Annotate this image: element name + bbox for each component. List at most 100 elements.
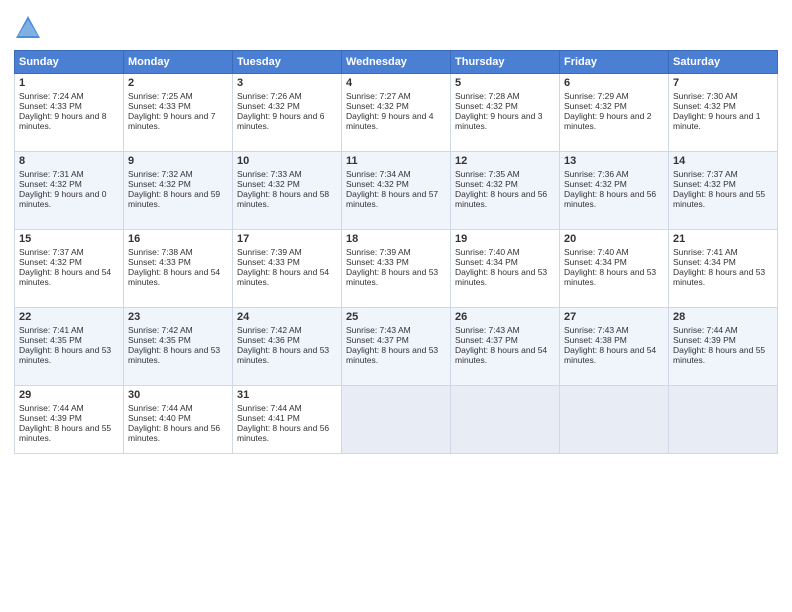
day-header-wednesday: Wednesday	[342, 51, 451, 74]
sunrise: Sunrise: 7:28 AM	[455, 91, 520, 101]
sunrise: Sunrise: 7:39 AM	[346, 247, 411, 257]
daylight: Daylight: 8 hours and 53 minutes.	[346, 267, 438, 287]
day-header-saturday: Saturday	[669, 51, 778, 74]
daylight: Daylight: 8 hours and 55 minutes.	[673, 345, 765, 365]
sunrise: Sunrise: 7:43 AM	[564, 325, 629, 335]
calendar-cell: 31Sunrise: 7:44 AMSunset: 4:41 PMDayligh…	[233, 386, 342, 454]
sunrise: Sunrise: 7:34 AM	[346, 169, 411, 179]
sunset: Sunset: 4:32 PM	[455, 179, 518, 189]
calendar-cell: 6Sunrise: 7:29 AMSunset: 4:32 PMDaylight…	[560, 74, 669, 152]
sunrise: Sunrise: 7:42 AM	[237, 325, 302, 335]
sunset: Sunset: 4:33 PM	[19, 101, 82, 111]
sunrise: Sunrise: 7:25 AM	[128, 91, 193, 101]
calendar-cell: 5Sunrise: 7:28 AMSunset: 4:32 PMDaylight…	[451, 74, 560, 152]
day-number: 27	[564, 311, 664, 323]
sunrise: Sunrise: 7:41 AM	[19, 325, 84, 335]
sunset: Sunset: 4:32 PM	[564, 101, 627, 111]
daylight: Daylight: 8 hours and 54 minutes.	[564, 345, 656, 365]
sunrise: Sunrise: 7:35 AM	[455, 169, 520, 179]
sunrise: Sunrise: 7:37 AM	[673, 169, 738, 179]
daylight: Daylight: 8 hours and 56 minutes.	[237, 423, 329, 443]
daylight: Daylight: 9 hours and 6 minutes.	[237, 111, 324, 131]
daylight: Daylight: 8 hours and 54 minutes.	[128, 267, 220, 287]
daylight: Daylight: 8 hours and 53 minutes.	[455, 267, 547, 287]
header-row: SundayMondayTuesdayWednesdayThursdayFrid…	[15, 51, 778, 74]
daylight: Daylight: 8 hours and 54 minutes.	[237, 267, 329, 287]
sunrise: Sunrise: 7:33 AM	[237, 169, 302, 179]
calendar-cell: 27 Sunrise: 7:43 AMSunset: 4:38 PMDayligh…	[560, 308, 669, 386]
week-row-3: 15 Sunrise: 7:37 AMSunset: 4:32 PM Dayligh…	[15, 230, 778, 308]
day-number: 31	[237, 389, 337, 401]
week-row-1: 1Sunrise: 7:24 AMSunset: 4:33 PMDaylight…	[15, 74, 778, 152]
sunrise: Sunrise: 7:41 AM	[673, 247, 738, 257]
calendar-cell: 7Sunrise: 7:30 AMSunset: 4:32 PMDaylight…	[669, 74, 778, 152]
sunset: Sunset: 4:32 PM	[128, 179, 191, 189]
calendar-cell: 10 Sunrise: 7:33 AMSunset: 4:32 PMDayligh…	[233, 152, 342, 230]
calendar-cell: 19Sunrise: 7:40 AMSunset: 4:34 PMDayligh…	[451, 230, 560, 308]
calendar-cell: 29 Sunrise: 7:44 AMSunset: 4:39 PMDayligh…	[15, 386, 124, 454]
daylight: Daylight: 8 hours and 57 minutes.	[346, 189, 438, 209]
sunset: Sunset: 4:38 PM	[564, 335, 627, 345]
logo	[14, 14, 46, 42]
daylight: Daylight: 8 hours and 56 minutes.	[128, 423, 220, 443]
week-row-4: 22Sunrise: 7:41 AMSunset: 4:35 PMDayligh…	[15, 308, 778, 386]
calendar-cell	[451, 386, 560, 454]
day-number: 16	[128, 233, 228, 245]
calendar-cell	[560, 386, 669, 454]
sunrise: Sunrise: 7:37 AM	[19, 247, 84, 257]
day-number: 17	[237, 233, 337, 245]
sunset: Sunset: 4:32 PM	[237, 179, 300, 189]
calendar-cell: 15Sunrise: 7:37 AMSunset: 4:32 PMDayligh…	[15, 230, 124, 308]
daylight: Daylight: 9 hours and 7 minutes.	[128, 111, 215, 131]
daylight: Daylight: 9 hours and 4 minutes.	[346, 111, 433, 131]
sunrise: Sunrise: 7:43 AM	[346, 325, 411, 335]
sunrise: Sunrise: 7:44 AM	[19, 403, 84, 413]
day-number: 11	[346, 155, 446, 167]
sunset: Sunset: 4:32 PM	[19, 257, 82, 267]
daylight: Daylight: 9 hours and 2 minutes.	[564, 111, 651, 131]
sunset: Sunset: 4:34 PM	[673, 257, 736, 267]
day-number: 10	[237, 155, 337, 167]
day-number: 6	[564, 77, 664, 89]
header	[14, 10, 778, 42]
day-number: 7	[673, 77, 773, 89]
sunset: Sunset: 4:32 PM	[346, 179, 409, 189]
calendar-cell: 26Sunrise: 7:43 AMSunset: 4:37 PMDayligh…	[451, 308, 560, 386]
day-header-thursday: Thursday	[451, 51, 560, 74]
sunrise: Sunrise: 7:44 AM	[128, 403, 193, 413]
daylight: Daylight: 8 hours and 53 minutes.	[19, 345, 111, 365]
sunrise: Sunrise: 7:44 AM	[237, 403, 302, 413]
sunset: Sunset: 4:35 PM	[19, 335, 82, 345]
daylight: Daylight: 8 hours and 56 minutes.	[564, 189, 656, 209]
daylight: Daylight: 8 hours and 55 minutes.	[19, 423, 111, 443]
sunset: Sunset: 4:32 PM	[455, 101, 518, 111]
calendar-cell: 16Sunrise: 7:38 AMSunset: 4:33 PMDayligh…	[124, 230, 233, 308]
day-number: 30	[128, 389, 228, 401]
sunset: Sunset: 4:36 PM	[237, 335, 300, 345]
sunrise: Sunrise: 7:26 AM	[237, 91, 302, 101]
day-number: 25	[346, 311, 446, 323]
day-header-monday: Monday	[124, 51, 233, 74]
sunset: Sunset: 4:39 PM	[19, 413, 82, 423]
daylight: Daylight: 8 hours and 58 minutes.	[237, 189, 329, 209]
sunrise: Sunrise: 7:42 AM	[128, 325, 193, 335]
sunset: Sunset: 4:33 PM	[128, 257, 191, 267]
sunset: Sunset: 4:37 PM	[346, 335, 409, 345]
calendar-cell: 11 Sunrise: 7:34 AMSunset: 4:32 PMDayligh…	[342, 152, 451, 230]
calendar-cell: 1Sunrise: 7:24 AMSunset: 4:33 PMDaylight…	[15, 74, 124, 152]
sunset: Sunset: 4:32 PM	[19, 179, 82, 189]
daylight: Daylight: 8 hours and 53 minutes.	[564, 267, 656, 287]
sunset: Sunset: 4:34 PM	[455, 257, 518, 267]
day-number: 13	[564, 155, 664, 167]
day-number: 3	[237, 77, 337, 89]
calendar-cell	[342, 386, 451, 454]
day-number: 29	[19, 389, 119, 401]
day-number: 15	[19, 233, 119, 245]
sunset: Sunset: 4:32 PM	[346, 101, 409, 111]
day-number: 19	[455, 233, 555, 245]
calendar-cell: 24Sunrise: 7:42 AMSunset: 4:36 PMDayligh…	[233, 308, 342, 386]
day-number: 8	[19, 155, 119, 167]
sunset: Sunset: 4:33 PM	[346, 257, 409, 267]
calendar-cell: 4Sunrise: 7:27 AMSunset: 4:32 PMDaylight…	[342, 74, 451, 152]
calendar-cell: 21Sunrise: 7:41 AMSunset: 4:34 PMDayligh…	[669, 230, 778, 308]
